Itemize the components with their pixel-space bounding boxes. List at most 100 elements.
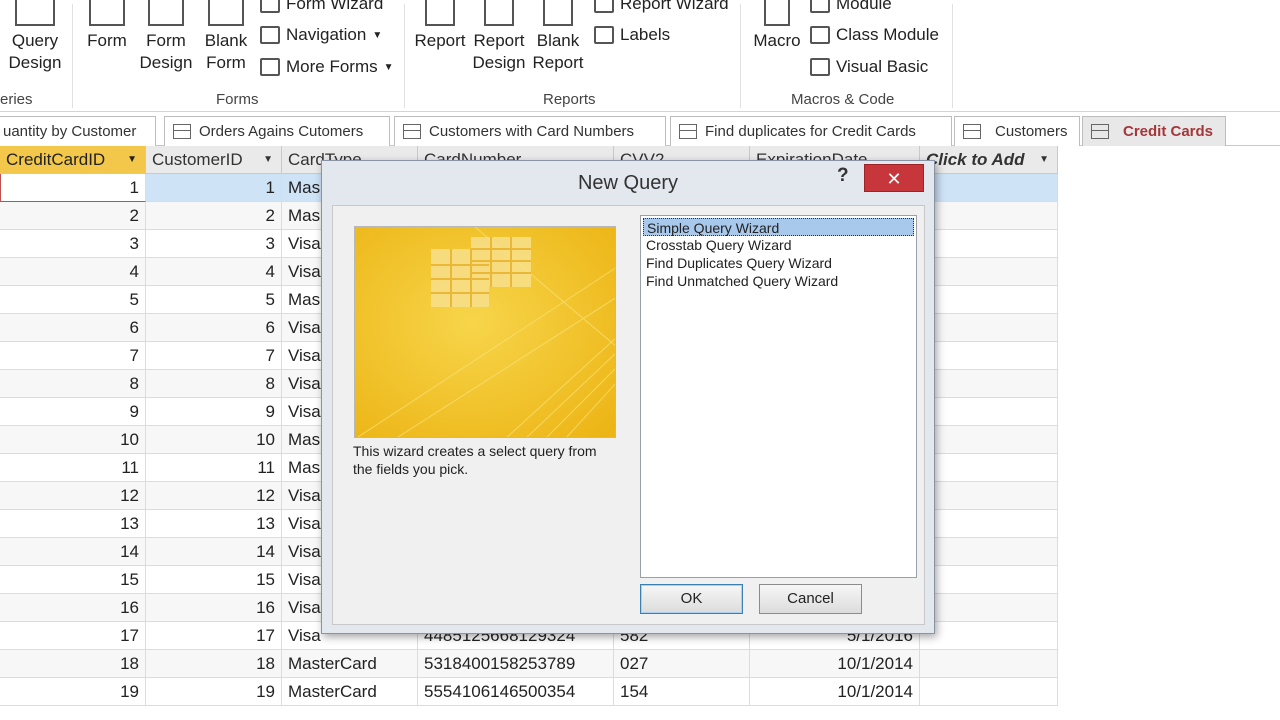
cell-creditcardid[interactable]: 16: [0, 594, 146, 622]
option-find-duplicates-query-wizard[interactable]: Find Duplicates Query Wizard: [643, 254, 914, 272]
cell-customerid[interactable]: 12: [146, 482, 282, 510]
column-header-customerid[interactable]: CustomerID ▼: [146, 146, 282, 174]
cell-customerid[interactable]: 3: [146, 230, 282, 258]
labels-button[interactable]: Labels: [594, 25, 670, 45]
help-button[interactable]: ?: [837, 165, 849, 187]
cell-click-to-add[interactable]: [920, 286, 1058, 314]
query-design-button[interactable]: Query Design: [6, 0, 64, 74]
tab-customers[interactable]: Customers: [954, 116, 1080, 146]
cell-creditcardid[interactable]: 13: [0, 510, 146, 538]
cancel-button[interactable]: Cancel: [759, 584, 862, 614]
cell-creditcardid[interactable]: 1: [0, 174, 146, 202]
wizard-listbox[interactable]: Simple Query Wizard Crosstab Query Wizar…: [640, 215, 917, 578]
cell-cvv2[interactable]: 027: [614, 650, 750, 678]
close-button[interactable]: ✕: [864, 164, 924, 192]
column-header-creditcardid[interactable]: CreditCardID ▼: [0, 146, 146, 174]
cell-click-to-add[interactable]: [920, 258, 1058, 286]
option-crosstab-query-wizard[interactable]: Crosstab Query Wizard: [643, 236, 914, 254]
form-button[interactable]: Form: [82, 0, 132, 52]
more-forms-button[interactable]: More Forms ▼: [260, 57, 394, 77]
cell-creditcardid[interactable]: 15: [0, 566, 146, 594]
module-button[interactable]: Module: [810, 0, 892, 14]
cell-creditcardid[interactable]: 6: [0, 314, 146, 342]
report-button[interactable]: Report: [412, 0, 468, 52]
cell-customerid[interactable]: 13: [146, 510, 282, 538]
blank-form-button[interactable]: Blank Form: [200, 0, 252, 74]
tab-find-duplicates[interactable]: Find duplicates for Credit Cards: [670, 116, 952, 146]
cell-creditcardid[interactable]: 9: [0, 398, 146, 426]
tab-credit-cards[interactable]: Credit Cards: [1082, 116, 1226, 146]
cell-customerid[interactable]: 4: [146, 258, 282, 286]
report-design-button[interactable]: Report Design: [470, 0, 528, 74]
cell-creditcardid[interactable]: 10: [0, 426, 146, 454]
cell-creditcardid[interactable]: 8: [0, 370, 146, 398]
cell-cardnumber[interactable]: 5554106146500354: [418, 678, 614, 706]
cell-click-to-add[interactable]: [920, 230, 1058, 258]
cell-click-to-add[interactable]: [920, 538, 1058, 566]
visual-basic-button[interactable]: Visual Basic: [810, 57, 928, 77]
cell-creditcardid[interactable]: 7: [0, 342, 146, 370]
sort-arrow-icon[interactable]: ▼: [127, 146, 137, 174]
cell-creditcardid[interactable]: 19: [0, 678, 146, 706]
cell-click-to-add[interactable]: [920, 678, 1058, 706]
cell-creditcardid[interactable]: 2: [0, 202, 146, 230]
cell-click-to-add[interactable]: [920, 370, 1058, 398]
column-header-click-to-add[interactable]: Click to Add ▼: [920, 146, 1058, 174]
form-design-button[interactable]: Form Design: [138, 0, 194, 74]
table-row[interactable]: 19 19 MasterCard 5554106146500354 154 10/1/20…: [0, 678, 1058, 706]
class-module-button[interactable]: Class Module: [810, 25, 939, 45]
cell-click-to-add[interactable]: [920, 594, 1058, 622]
option-simple-query-wizard[interactable]: Simple Query Wizard: [643, 218, 914, 236]
cell-click-to-add[interactable]: [920, 454, 1058, 482]
cell-creditcardid[interactable]: 11: [0, 454, 146, 482]
tab-quantity-by-customer[interactable]: uantity by Customer: [0, 116, 156, 146]
cell-expirationdate[interactable]: 10/1/2014: [750, 650, 920, 678]
cell-customerid[interactable]: 7: [146, 342, 282, 370]
cell-creditcardid[interactable]: 3: [0, 230, 146, 258]
form-wizard-button[interactable]: Form Wizard: [260, 0, 383, 14]
table-row[interactable]: 18 18 MasterCard 5318400158253789 027 10/1/20…: [0, 650, 1058, 678]
cell-creditcardid[interactable]: 18: [0, 650, 146, 678]
cell-click-to-add[interactable]: [920, 342, 1058, 370]
cell-creditcardid[interactable]: 5: [0, 286, 146, 314]
tab-orders-agains-cutomers[interactable]: Orders Agains Cutomers: [164, 116, 390, 146]
cell-customerid[interactable]: 18: [146, 650, 282, 678]
cell-click-to-add[interactable]: [920, 650, 1058, 678]
tab-customers-with-card-numbers[interactable]: Customers with Card Numbers: [394, 116, 666, 146]
ok-button[interactable]: OK: [640, 584, 743, 614]
cell-click-to-add[interactable]: [920, 566, 1058, 594]
option-find-unmatched-query-wizard[interactable]: Find Unmatched Query Wizard: [643, 272, 914, 290]
cell-click-to-add[interactable]: [920, 510, 1058, 538]
sort-arrow-icon[interactable]: ▼: [263, 146, 273, 174]
dropdown-arrow-icon[interactable]: ▼: [1039, 146, 1049, 174]
cell-click-to-add[interactable]: [920, 426, 1058, 454]
cell-creditcardid[interactable]: 12: [0, 482, 146, 510]
cell-cardnumber[interactable]: 5318400158253789: [418, 650, 614, 678]
cell-customerid[interactable]: 9: [146, 398, 282, 426]
cell-customerid[interactable]: 19: [146, 678, 282, 706]
cell-creditcardid[interactable]: 17: [0, 622, 146, 650]
cell-click-to-add[interactable]: [920, 482, 1058, 510]
blank-report-button[interactable]: Blank Report: [530, 0, 586, 74]
cell-customerid[interactable]: 5: [146, 286, 282, 314]
report-wizard-button[interactable]: Report Wizard: [594, 0, 729, 14]
cell-expirationdate[interactable]: 10/1/2014: [750, 678, 920, 706]
cell-customerid[interactable]: 15: [146, 566, 282, 594]
cell-customerid[interactable]: 11: [146, 454, 282, 482]
cell-customerid[interactable]: 16: [146, 594, 282, 622]
cell-creditcardid[interactable]: 4: [0, 258, 146, 286]
cell-click-to-add[interactable]: [920, 314, 1058, 342]
macro-button[interactable]: Macro: [750, 0, 804, 52]
cell-customerid[interactable]: 17: [146, 622, 282, 650]
cell-cardtype[interactable]: MasterCard: [282, 650, 418, 678]
cell-customerid[interactable]: 10: [146, 426, 282, 454]
cell-customerid[interactable]: 6: [146, 314, 282, 342]
cell-click-to-add[interactable]: [920, 398, 1058, 426]
cell-click-to-add[interactable]: [920, 622, 1058, 650]
cell-customerid[interactable]: 1: [146, 174, 282, 202]
cell-customerid[interactable]: 14: [146, 538, 282, 566]
cell-creditcardid[interactable]: 14: [0, 538, 146, 566]
cell-cvv2[interactable]: 154: [614, 678, 750, 706]
cell-cardtype[interactable]: MasterCard: [282, 678, 418, 706]
navigation-button[interactable]: Navigation ▼: [260, 25, 382, 45]
